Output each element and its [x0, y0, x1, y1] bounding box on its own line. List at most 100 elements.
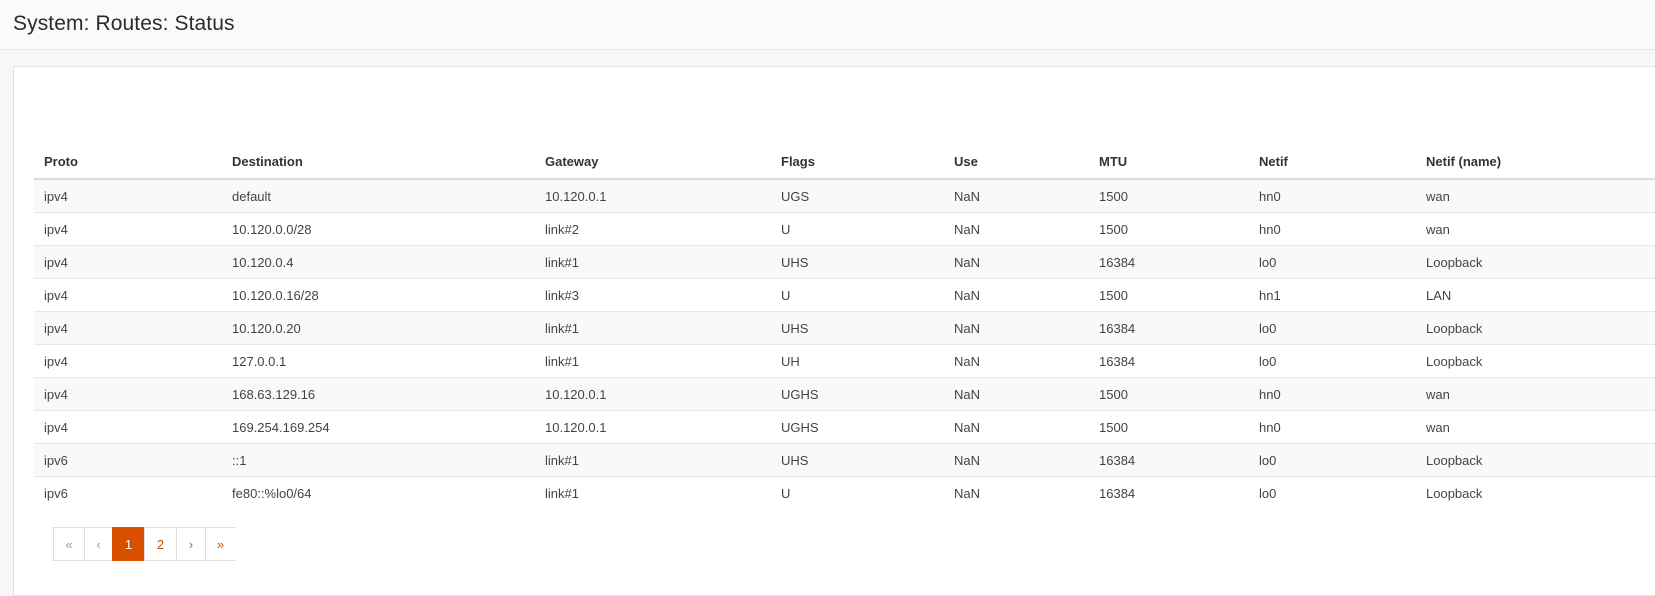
cell-destination: fe80::%lo0/64: [222, 476, 535, 509]
cell-flags: U: [771, 278, 944, 312]
cell-destination: 168.63.129.16: [222, 377, 535, 411]
cell-mtu: 1500: [1089, 410, 1249, 444]
cell-use: NaN: [944, 476, 1089, 509]
next-page-button[interactable]: ›: [176, 527, 206, 561]
table-header: Proto Destination Gateway Flags Use MTU …: [34, 145, 1655, 180]
cell-mtu: 1500: [1089, 377, 1249, 411]
cell-use: NaN: [944, 245, 1089, 279]
column-header-flags[interactable]: Flags: [771, 145, 944, 180]
column-header-use[interactable]: Use: [944, 145, 1089, 180]
cell-netif: lo0: [1249, 311, 1416, 345]
table-row: ipv4 169.254.169.254 10.120.0.1 UGHS NaN…: [34, 410, 1655, 444]
cell-flags: UGHS: [771, 377, 944, 411]
table-row: ipv6 fe80::%lo0/64 link#1 U NaN 16384 lo…: [34, 476, 1655, 509]
cell-netif: hn0: [1249, 178, 1416, 213]
cell-flags: U: [771, 476, 944, 509]
cell-proto: ipv4: [34, 245, 222, 279]
cell-netif-name: wan: [1416, 178, 1655, 213]
table-row: ipv6 ::1 link#1 UHS NaN 16384 lo0 Loopba…: [34, 443, 1655, 477]
cell-gateway: 10.120.0.1: [535, 377, 771, 411]
table-row: ipv4 168.63.129.16 10.120.0.1 UGHS NaN 1…: [34, 377, 1655, 411]
cell-netif: hn0: [1249, 212, 1416, 246]
cell-proto: ipv4: [34, 212, 222, 246]
cell-destination: ::1: [222, 443, 535, 477]
cell-proto: ipv4: [34, 178, 222, 213]
cell-netif: lo0: [1249, 344, 1416, 378]
cell-gateway: link#1: [535, 344, 771, 378]
cell-mtu: 16384: [1089, 245, 1249, 279]
page-button-1[interactable]: 1: [112, 527, 145, 561]
cell-destination: 169.254.169.254: [222, 410, 535, 444]
cell-flags: UGS: [771, 178, 944, 213]
cell-flags: UHS: [771, 311, 944, 345]
cell-netif: hn0: [1249, 377, 1416, 411]
cell-netif: hn0: [1249, 410, 1416, 444]
table-row: ipv4 10.120.0.0/28 link#2 U NaN 1500 hn0…: [34, 212, 1655, 246]
cell-use: NaN: [944, 178, 1089, 213]
cell-netif-name: Loopback: [1416, 344, 1655, 378]
cell-netif-name: LAN: [1416, 278, 1655, 312]
cell-gateway: link#1: [535, 311, 771, 345]
cell-netif-name: Loopback: [1416, 443, 1655, 477]
cell-gateway: link#2: [535, 212, 771, 246]
page-button-2[interactable]: 2: [144, 527, 177, 561]
cell-destination: 10.120.0.20: [222, 311, 535, 345]
content-panel: Proto Destination Gateway Flags Use MTU …: [13, 66, 1655, 596]
cell-netif-name: wan: [1416, 410, 1655, 444]
last-page-button[interactable]: »: [205, 527, 235, 561]
cell-proto: ipv6: [34, 476, 222, 509]
cell-use: NaN: [944, 344, 1089, 378]
page-title: System: Routes: Status: [13, 12, 235, 35]
cell-gateway: link#3: [535, 278, 771, 312]
cell-mtu: 16384: [1089, 476, 1249, 509]
cell-proto: ipv4: [34, 344, 222, 378]
table-row: ipv4 default 10.120.0.1 UGS NaN 1500 hn0…: [34, 178, 1655, 213]
cell-mtu: 1500: [1089, 278, 1249, 312]
cell-gateway: 10.120.0.1: [535, 410, 771, 444]
cell-gateway: link#1: [535, 476, 771, 509]
cell-netif: hn1: [1249, 278, 1416, 312]
cell-flags: UHS: [771, 245, 944, 279]
previous-page-button[interactable]: ‹: [84, 527, 113, 561]
column-header-netif-name[interactable]: Netif (name): [1416, 145, 1655, 180]
cell-flags: U: [771, 212, 944, 246]
cell-flags: UHS: [771, 443, 944, 477]
cell-mtu: 16384: [1089, 311, 1249, 345]
column-header-gateway[interactable]: Gateway: [535, 145, 771, 180]
cell-netif-name: Loopback: [1416, 245, 1655, 279]
cell-use: NaN: [944, 410, 1089, 444]
cell-proto: ipv6: [34, 443, 222, 477]
cell-mtu: 16384: [1089, 344, 1249, 378]
cell-gateway: 10.120.0.1: [535, 178, 771, 213]
cell-destination: 10.120.0.4: [222, 245, 535, 279]
cell-use: NaN: [944, 443, 1089, 477]
pagination: « ‹ 1 2 › »: [53, 527, 235, 561]
cell-use: NaN: [944, 311, 1089, 345]
column-header-proto[interactable]: Proto: [34, 145, 222, 180]
cell-destination: 10.120.0.16/28: [222, 278, 535, 312]
cell-flags: UH: [771, 344, 944, 378]
cell-destination: default: [222, 178, 535, 213]
column-header-netif[interactable]: Netif: [1249, 145, 1416, 180]
cell-mtu: 16384: [1089, 443, 1249, 477]
cell-gateway: link#1: [535, 245, 771, 279]
cell-use: NaN: [944, 212, 1089, 246]
cell-netif: lo0: [1249, 443, 1416, 477]
cell-destination: 10.120.0.0/28: [222, 212, 535, 246]
table-row: ipv4 10.120.0.16/28 link#3 U NaN 1500 hn…: [34, 278, 1655, 312]
cell-netif-name: wan: [1416, 212, 1655, 246]
column-header-destination[interactable]: Destination: [222, 145, 535, 180]
cell-use: NaN: [944, 278, 1089, 312]
cell-proto: ipv4: [34, 377, 222, 411]
routes-table: Proto Destination Gateway Flags Use MTU …: [34, 145, 1655, 509]
table-row: ipv4 10.120.0.20 link#1 UHS NaN 16384 lo…: [34, 311, 1655, 345]
cell-netif-name: Loopback: [1416, 476, 1655, 509]
column-header-mtu[interactable]: MTU: [1089, 145, 1249, 180]
cell-mtu: 1500: [1089, 178, 1249, 213]
cell-gateway: link#1: [535, 443, 771, 477]
cell-netif-name: wan: [1416, 377, 1655, 411]
cell-mtu: 1500: [1089, 212, 1249, 246]
cell-proto: ipv4: [34, 410, 222, 444]
table-row: ipv4 127.0.0.1 link#1 UH NaN 16384 lo0 L…: [34, 344, 1655, 378]
first-page-button[interactable]: «: [53, 527, 85, 561]
